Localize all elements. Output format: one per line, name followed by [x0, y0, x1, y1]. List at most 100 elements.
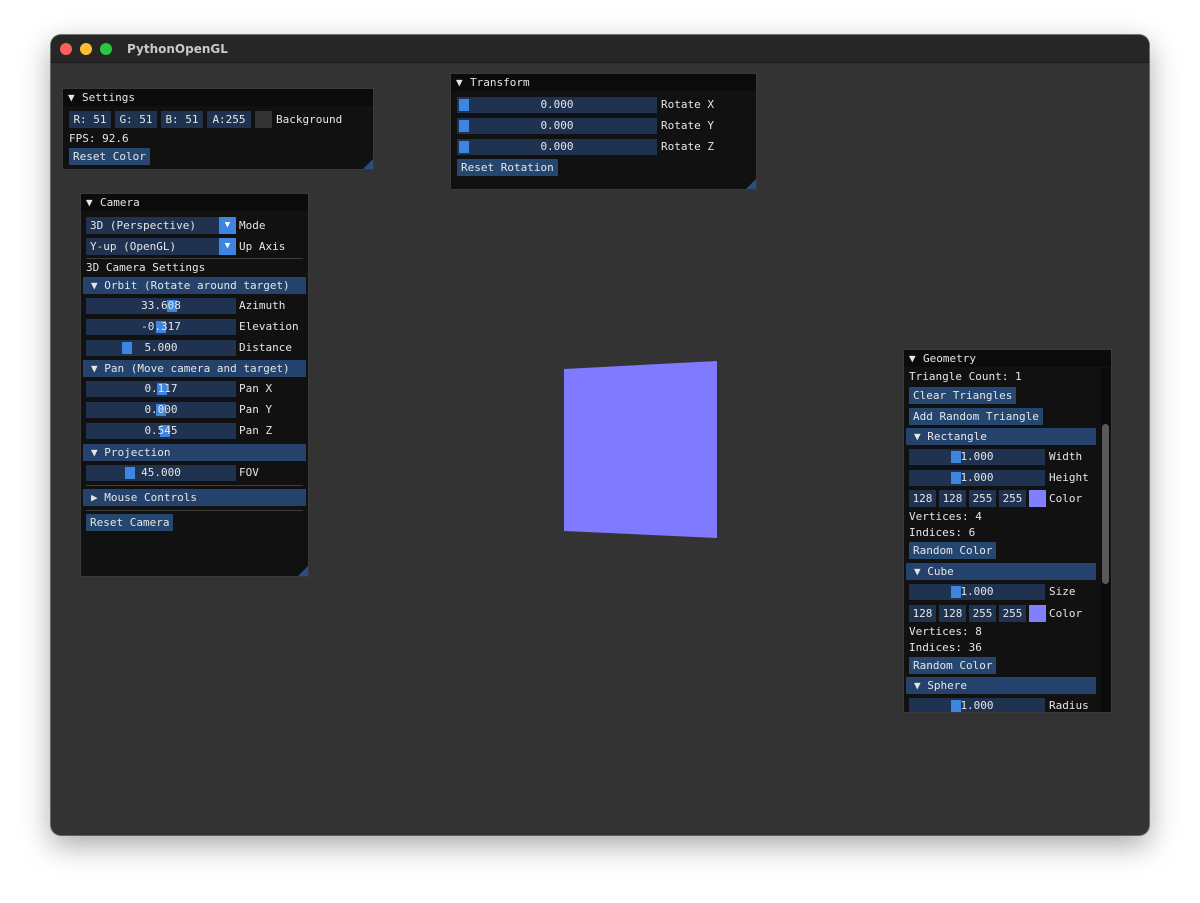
pan-section-header[interactable]: ▼ Pan (Move camera and target) — [83, 360, 306, 377]
rectangle-color-g-input[interactable]: 128 — [939, 490, 966, 507]
settings-panel-title: Settings — [82, 91, 135, 104]
up-axis-dropdown[interactable]: Y-up (OpenGL) ▼ — [86, 238, 236, 255]
slider-value: 1.000 — [960, 699, 994, 712]
rotate-y-slider[interactable]: 0.000 — [457, 118, 657, 134]
resize-grip[interactable] — [746, 179, 756, 189]
transform-panel-header[interactable]: ▼ Transform — [451, 74, 756, 91]
collapse-arrow-icon[interactable]: ▼ — [914, 679, 927, 692]
expand-arrow-icon[interactable]: ▶ — [91, 491, 104, 504]
pan-y-slider[interactable]: 0.000 — [86, 402, 236, 418]
section-title: Orbit (Rotate around target) — [104, 279, 290, 292]
separator — [86, 258, 303, 259]
cube-color-g-input[interactable]: 128 — [939, 605, 966, 622]
rectangle-color-a-input[interactable]: 255 — [999, 490, 1026, 507]
slider-value: -0.317 — [141, 320, 181, 333]
collapse-arrow-icon[interactable]: ▼ — [91, 362, 104, 375]
mouse-controls-section-header[interactable]: ▶ Mouse Controls — [83, 489, 306, 506]
sphere-section-header[interactable]: ▼ Sphere — [906, 677, 1096, 694]
clear-triangles-button[interactable]: Clear Triangles — [909, 387, 1017, 404]
collapse-arrow-icon[interactable]: ▼ — [914, 430, 927, 443]
dropdown-arrow-icon[interactable]: ▼ — [219, 238, 236, 255]
title-bar: PythonOpenGL — [51, 35, 1149, 63]
camera-settings-label: 3D Camera Settings — [86, 261, 206, 274]
add-random-triangle-button[interactable]: Add Random Triangle — [909, 408, 1043, 425]
cube-section-header[interactable]: ▼ Cube — [906, 563, 1096, 580]
elevation-slider[interactable]: -0.317 — [86, 319, 236, 335]
background-color-swatch[interactable] — [255, 111, 272, 128]
collapse-arrow-icon[interactable]: ▼ — [68, 89, 82, 106]
azimuth-label: Azimuth — [239, 299, 286, 312]
geometry-panel: ▼ Geometry Triangle Count: 1 Clear Triang… — [903, 349, 1112, 713]
cube-color-r-input[interactable]: 128 — [909, 605, 936, 622]
collapse-arrow-icon[interactable]: ▼ — [909, 350, 923, 367]
slider-value: 0.000 — [540, 140, 574, 153]
reset-color-button[interactable]: Reset Color — [69, 148, 150, 165]
color-label: Color — [1049, 492, 1083, 505]
reset-camera-button[interactable]: Reset Camera — [86, 514, 174, 531]
camera-mode-dropdown[interactable]: 3D (Perspective) ▼ — [86, 217, 236, 234]
collapse-arrow-icon[interactable]: ▼ — [456, 74, 470, 91]
fov-slider[interactable]: 45.000 — [86, 465, 236, 481]
pan-z-slider[interactable]: 0.545 — [86, 423, 236, 439]
cube-random-color-button[interactable]: Random Color — [909, 657, 997, 674]
collapse-arrow-icon[interactable]: ▼ — [91, 279, 104, 292]
section-title: Rectangle — [927, 430, 987, 443]
scrollbar-thumb[interactable] — [1102, 424, 1109, 584]
background-a-input[interactable]: A:255 — [207, 111, 251, 128]
cube-vertices: Vertices: 8 — [909, 625, 982, 638]
rotate-z-slider[interactable]: 0.000 — [457, 139, 657, 155]
distance-slider[interactable]: 5.000 — [86, 340, 236, 356]
section-title: Projection — [104, 446, 171, 459]
slider-value: 0.545 — [144, 424, 178, 437]
background-g-input[interactable]: G: 51 — [115, 111, 157, 128]
orbit-section-header[interactable]: ▼ Orbit (Rotate around target) — [83, 277, 306, 294]
dropdown-value: Y-up (OpenGL) — [90, 240, 177, 253]
sphere-radius-slider[interactable]: 1.000 — [909, 698, 1045, 712]
maximize-window-button[interactable] — [100, 43, 112, 55]
collapse-arrow-icon[interactable]: ▼ — [86, 194, 100, 211]
geometry-scrollbar[interactable] — [1101, 368, 1110, 712]
rotate-z-label: Rotate Z — [661, 140, 714, 153]
minimize-window-button[interactable] — [80, 43, 92, 55]
collapse-arrow-icon[interactable]: ▼ — [91, 446, 104, 459]
resize-grip[interactable] — [298, 566, 308, 576]
rectangle-width-slider[interactable]: 1.000 — [909, 449, 1045, 465]
pan-z-label: Pan Z — [239, 424, 273, 437]
geometry-panel-header[interactable]: ▼ Geometry — [904, 350, 1111, 367]
rectangle-section-header[interactable]: ▼ Rectangle — [906, 428, 1096, 445]
slider-value: 5.000 — [144, 341, 178, 354]
close-window-button[interactable] — [60, 43, 72, 55]
projection-section-header[interactable]: ▼ Projection — [83, 444, 306, 461]
rotate-y-label: Rotate Y — [661, 119, 714, 132]
azimuth-slider[interactable]: 33.608 — [86, 298, 236, 314]
reset-rotation-button[interactable]: Reset Rotation — [457, 159, 558, 176]
slider-value: 1.000 — [960, 471, 994, 484]
rotate-x-label: Rotate X — [661, 98, 714, 111]
geometry-panel-title: Geometry — [923, 352, 976, 365]
resize-grip[interactable] — [363, 159, 373, 169]
cube-size-slider[interactable]: 1.000 — [909, 584, 1045, 600]
dropdown-arrow-icon[interactable]: ▼ — [219, 217, 236, 234]
pan-y-label: Pan Y — [239, 403, 273, 416]
rectangle-random-color-button[interactable]: Random Color — [909, 542, 997, 559]
camera-panel-header[interactable]: ▼ Camera — [81, 194, 308, 211]
transform-panel-title: Transform — [470, 76, 530, 89]
transform-panel: ▼ Transform 0.000 Rotate X 0.000 Rotate Y… — [450, 73, 757, 190]
mode-label: Mode — [239, 219, 266, 232]
rectangle-mesh — [564, 361, 717, 538]
fps-readout: FPS: 92.6 — [69, 132, 129, 145]
rectangle-color-r-input[interactable]: 128 — [909, 490, 936, 507]
slider-value: 0.117 — [144, 382, 178, 395]
rectangle-color-b-input[interactable]: 255 — [969, 490, 996, 507]
background-b-input[interactable]: B: 51 — [161, 111, 203, 128]
rectangle-color-swatch[interactable] — [1029, 490, 1046, 507]
rotate-x-slider[interactable]: 0.000 — [457, 97, 657, 113]
background-r-input[interactable]: R: 51 — [69, 111, 111, 128]
cube-color-swatch[interactable] — [1029, 605, 1046, 622]
cube-color-a-input[interactable]: 255 — [999, 605, 1026, 622]
rectangle-height-slider[interactable]: 1.000 — [909, 470, 1045, 486]
collapse-arrow-icon[interactable]: ▼ — [914, 565, 927, 578]
cube-color-b-input[interactable]: 255 — [969, 605, 996, 622]
pan-x-slider[interactable]: 0.117 — [86, 381, 236, 397]
settings-panel-header[interactable]: ▼ Settings — [63, 89, 373, 106]
